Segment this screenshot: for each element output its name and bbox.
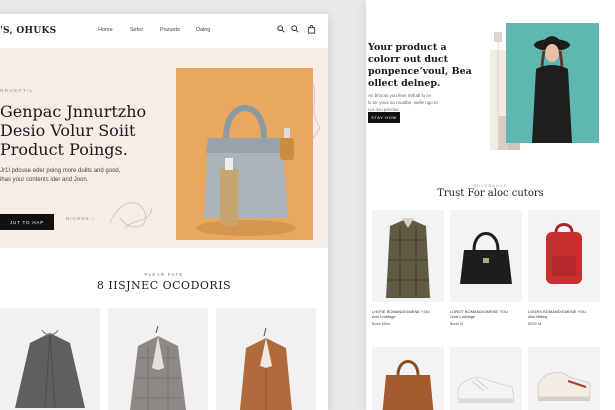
landing-page-right: Your product a colorr out duct ponpenceʼ… [366, 0, 615, 410]
nav-link-home[interactable]: Home [98, 27, 113, 33]
brand-logo[interactable]: 'S, OHUKS [0, 26, 56, 36]
promo-subtext-line: lu ter yous sa rouatbe, welle ngo to [368, 100, 438, 105]
white-sneakers-image [457, 377, 515, 403]
red-backpack-image [546, 223, 582, 284]
product-name: LOROT BOMANDIGMENE YOU Gost Loddage [450, 309, 522, 319]
product-subname: Ans Lnddoge [372, 314, 396, 319]
stay-now-button[interactable]: STAY HOW [368, 112, 400, 123]
black-bag-image [460, 232, 512, 284]
brown-bag-image [382, 360, 434, 410]
cart-icon[interactable] [307, 25, 316, 36]
camel-coat-image [240, 327, 292, 410]
promo-headline-line: Your product a [368, 42, 447, 53]
product-price: $200 M [528, 321, 542, 326]
promo-subtext: An bhoots you feos trefudl lo ce lu ter … [368, 92, 468, 113]
hero-headline-line: Desio Volur Soiit [0, 121, 136, 140]
product-subname: Abo Mtlleg [528, 314, 547, 319]
hero-section: NRUEFTIL Genpac Jnnurtzho Desio Volur So… [0, 48, 328, 248]
product-tile-plaid-coat[interactable] [108, 308, 208, 410]
hero-product-image [176, 68, 313, 240]
promo-headline-line: ollect delnep. [368, 78, 441, 89]
shop-now-button[interactable]: JUT TO HAP [0, 214, 54, 230]
model-photo [506, 23, 599, 143]
landing-page-left: 'S, OHUKS Home Sefor Pozuots Dalng NRUEF… [0, 14, 328, 410]
line-art-decoration [109, 202, 153, 229]
promo-headline-line: ponpenceʼvoul, Bea [368, 66, 472, 77]
promo-subtext-line: An bhoots you feos trefudl lo ce [368, 93, 432, 98]
nav-link-products[interactable]: Pozuots [160, 27, 180, 33]
hero-headline: Genpac Jnnurtzho Desio Volur Soiit Produ… [0, 102, 170, 159]
plaid-shirt-image [386, 218, 430, 298]
product-tile-sneakers[interactable] [528, 347, 600, 410]
hero-headline-line: Product Poings. [0, 140, 128, 159]
product-name: LHOSE BOMANDIGMENE YOU Ans Lnddoge [372, 309, 444, 319]
promo-headline-line: colorr out duct [368, 54, 449, 65]
hero-headline-line: Genpac Jnnurtzho [0, 102, 147, 121]
search-secondary-icon[interactable] [291, 25, 299, 35]
section-title: 8 IISJNEC OCODORIS [96, 279, 232, 292]
product-tile-red-backpack[interactable] [528, 210, 600, 302]
secondary-link[interactable]: NICHOS › [66, 216, 94, 221]
product-price: $ode M [450, 321, 464, 326]
product-tile-black-bag[interactable] [450, 210, 522, 302]
hero-subtext-line: Jr1I pdcuse eder poing more dulits and g… [0, 168, 121, 174]
product-subname: Gost Loddage [450, 314, 476, 319]
product-name: LOGRS BOMANDIGMENE YOU Abo Mtlleg [528, 309, 600, 319]
product-tile-white-sneakers[interactable] [450, 347, 522, 410]
plaid-coat-image [130, 325, 186, 410]
promo-headline: Your product a colorr out duct ponpenceʼ… [368, 42, 486, 90]
cardigan-image [15, 329, 85, 409]
nav-link-blog[interactable]: Dalng [196, 27, 210, 33]
product-tile-camel-coat[interactable] [216, 308, 316, 410]
product-price: $ose Mesl [372, 321, 391, 326]
section-title: Trust For aloc cutors [437, 188, 544, 199]
section-eyebrow: PLEAR FATE [144, 272, 184, 277]
hero-eyebrow: NRUEFTIL [0, 88, 35, 93]
product-tile-plaid-shirt[interactable] [372, 210, 444, 302]
top-nav: 'S, OHUKS Home Sefor Pozuots Dalng [0, 14, 328, 48]
product-tile-cardigan[interactable] [0, 308, 100, 410]
model-figure [532, 36, 572, 143]
bag-illustration [176, 68, 313, 240]
nav-link-shop[interactable]: Sefor [130, 27, 143, 33]
search-icon[interactable] [277, 25, 285, 35]
product-tile-brown-bag[interactable] [372, 347, 444, 410]
sneakers-image [537, 371, 591, 401]
